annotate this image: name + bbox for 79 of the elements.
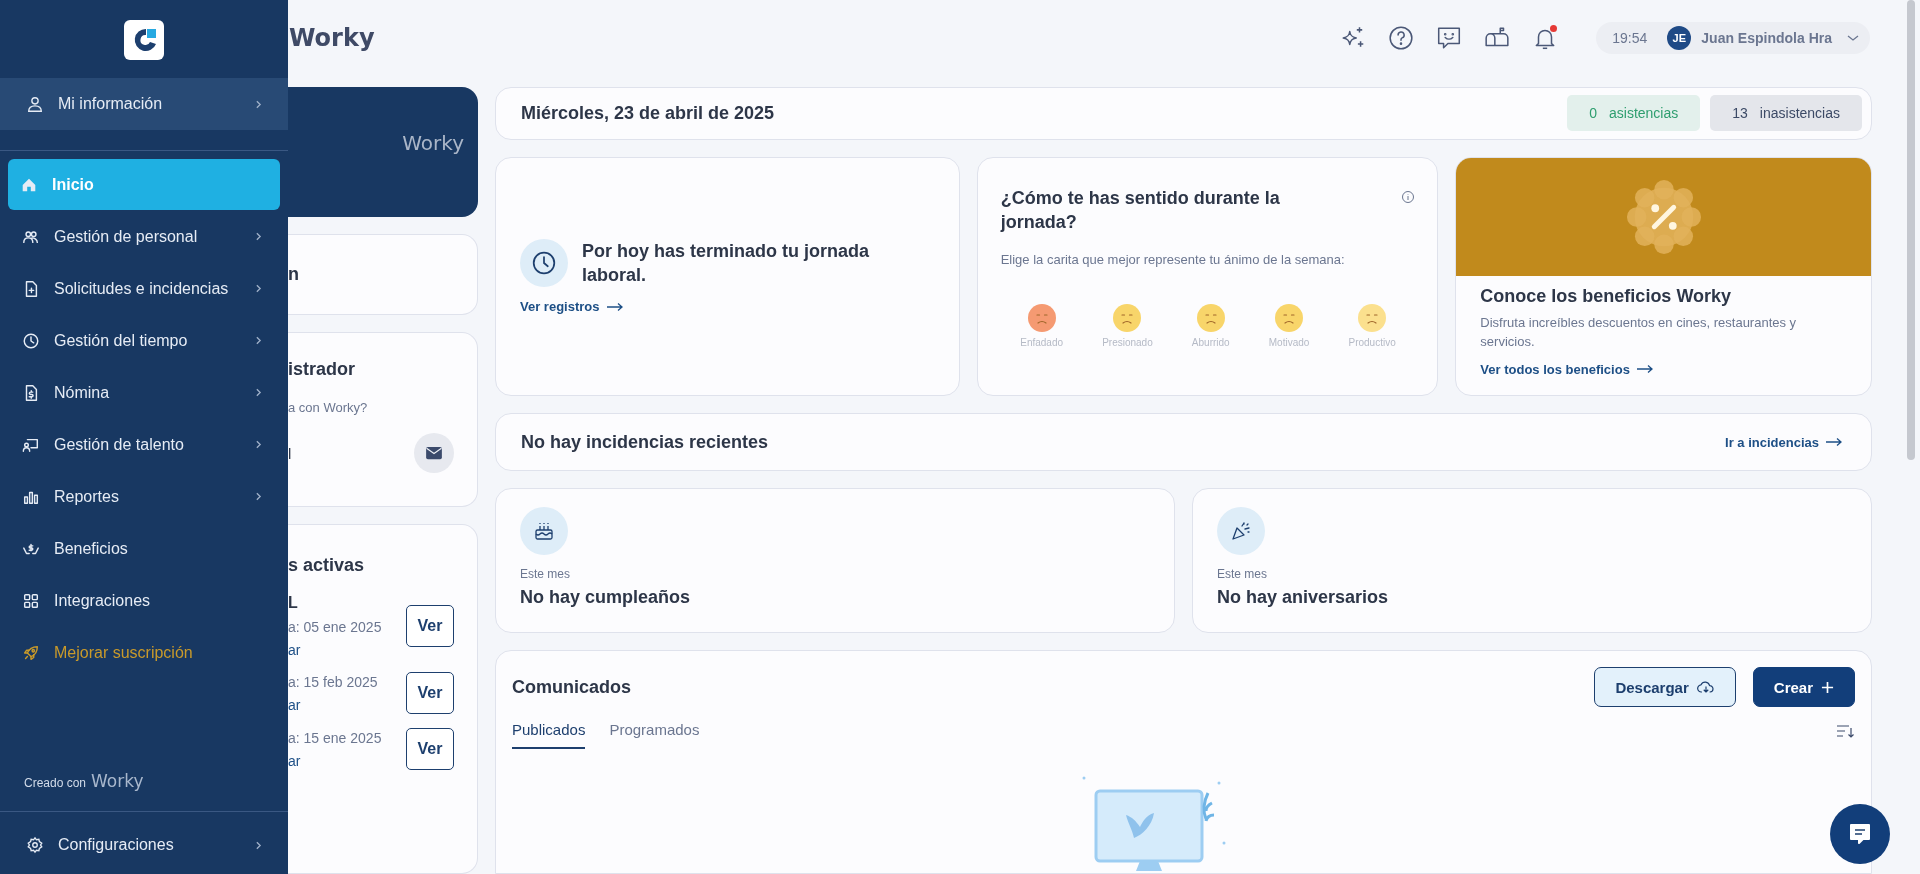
discount-badge-icon bbox=[1624, 177, 1703, 256]
link[interactable]: Ver registros bbox=[520, 299, 624, 315]
date-text: Miércoles, 23 de abril de 2025 bbox=[521, 102, 775, 124]
card-title: ¿Cómo te has sentido durante la jornada? bbox=[1000, 186, 1281, 235]
item-link[interactable]: ar bbox=[288, 696, 378, 713]
card-title: n bbox=[288, 264, 300, 285]
info-icon[interactable] bbox=[1401, 189, 1416, 204]
nav-item[interactable]: Gestión del tiempo bbox=[0, 315, 288, 366]
card-title: istrador bbox=[288, 359, 357, 380]
item-date: a: 15 ene 2025 bbox=[288, 729, 382, 746]
cloud-download-icon bbox=[1696, 679, 1715, 695]
face-icon bbox=[1195, 303, 1226, 334]
item-date: a: 05 ene 2025 bbox=[288, 619, 382, 635]
party-popper-icon bbox=[1217, 507, 1265, 556]
cake-icon bbox=[520, 507, 568, 556]
attendance-badge: 0 asistencias bbox=[1567, 95, 1701, 132]
link[interactable]: Ver todos los beneficios bbox=[1480, 361, 1654, 377]
tab[interactable]: Programados bbox=[609, 713, 700, 749]
plus-icon bbox=[1821, 680, 1834, 694]
link[interactable]: Ir a incidencias bbox=[1725, 434, 1843, 450]
section-title: Comunicados bbox=[512, 675, 631, 699]
card-title: Conoce los beneficios Worky bbox=[1480, 285, 1733, 307]
face-icon bbox=[1112, 303, 1143, 334]
nav-item[interactable]: Gestión de talento bbox=[0, 419, 288, 470]
sort-icon[interactable] bbox=[1835, 723, 1855, 739]
profile-menu-item[interactable]: Mi información bbox=[0, 78, 288, 130]
face-icon bbox=[1357, 303, 1388, 334]
page-title: Worky bbox=[289, 23, 375, 52]
created-with-text: Creado con bbox=[24, 776, 87, 790]
face-icon bbox=[1274, 303, 1305, 334]
clock-icon bbox=[520, 239, 568, 288]
help-icon[interactable] bbox=[1388, 24, 1415, 51]
brand-wordmark: Worky bbox=[91, 771, 144, 791]
person-icon bbox=[26, 95, 44, 113]
grid-icon bbox=[22, 591, 40, 610]
caption: Este mes bbox=[1217, 567, 1268, 582]
nav-item[interactable]: Beneficios bbox=[0, 523, 288, 574]
view-button[interactable]: Ver bbox=[406, 605, 454, 647]
mail-icon[interactable] bbox=[414, 433, 454, 473]
card-text: a con Worky? bbox=[288, 400, 369, 415]
nav-item[interactable]: Gestión de personal bbox=[0, 211, 288, 262]
face-icon bbox=[1026, 303, 1057, 334]
item-link[interactable]: ar bbox=[288, 752, 382, 769]
card-title: No hay aniversarios bbox=[1217, 586, 1390, 610]
nav-item[interactable]: Nómina bbox=[0, 367, 288, 418]
nav-item[interactable]: Integraciones bbox=[0, 575, 288, 626]
item-name: L bbox=[288, 594, 299, 612]
clock-icon bbox=[22, 331, 40, 350]
attendance-badge: 13 inasistencias bbox=[1710, 95, 1862, 132]
settings-icon bbox=[26, 836, 44, 854]
download-button[interactable]: Descargar bbox=[1594, 667, 1736, 707]
card-subtitle: Elige la carita que mejor represente tu ánimo de la semana: bbox=[1000, 252, 1346, 268]
settings-menu-item[interactable]: Configuraciones bbox=[0, 820, 288, 870]
card-text: l bbox=[288, 444, 292, 462]
logo-icon bbox=[124, 20, 164, 60]
arrow-icon bbox=[1825, 437, 1843, 448]
chat-smile-icon[interactable] bbox=[1436, 24, 1463, 51]
user-menu[interactable]: 19:54 JE Juan Espindola Hra bbox=[1596, 21, 1870, 54]
rocket-icon bbox=[22, 643, 40, 662]
arrow-icon bbox=[605, 301, 624, 312]
tab[interactable]: Publicados bbox=[512, 713, 586, 749]
nav-item[interactable]: Reportes bbox=[0, 471, 288, 522]
nav-item[interactable]: Mejorar suscripción bbox=[0, 627, 288, 678]
scrollbar[interactable] bbox=[1907, 0, 1915, 460]
nav-item[interactable]: Solicitudes e incidencias bbox=[0, 263, 288, 314]
view-button[interactable]: Ver bbox=[406, 672, 454, 714]
caption: Este mes bbox=[520, 567, 571, 582]
create-button[interactable]: Crear bbox=[1752, 667, 1855, 707]
view-button[interactable]: Ver bbox=[406, 728, 454, 770]
card-title: Por hoy has terminado tu jornada laboral. bbox=[582, 239, 871, 288]
item-date: a: 15 feb 2025 bbox=[288, 673, 378, 690]
card-title: No hay incidencias recientes bbox=[521, 431, 769, 455]
card-title: No hay cumpleaños bbox=[520, 586, 692, 610]
card-text: Disfruta increíbles descuentos en cines, restaurantes y servicios. bbox=[1480, 313, 1798, 352]
arrow-icon bbox=[1635, 364, 1654, 375]
item-link[interactable]: ar bbox=[288, 642, 382, 658]
card-title: s activas bbox=[288, 555, 366, 576]
brand-wordmark: Worky bbox=[402, 131, 464, 155]
avatar: JE bbox=[1667, 25, 1692, 50]
